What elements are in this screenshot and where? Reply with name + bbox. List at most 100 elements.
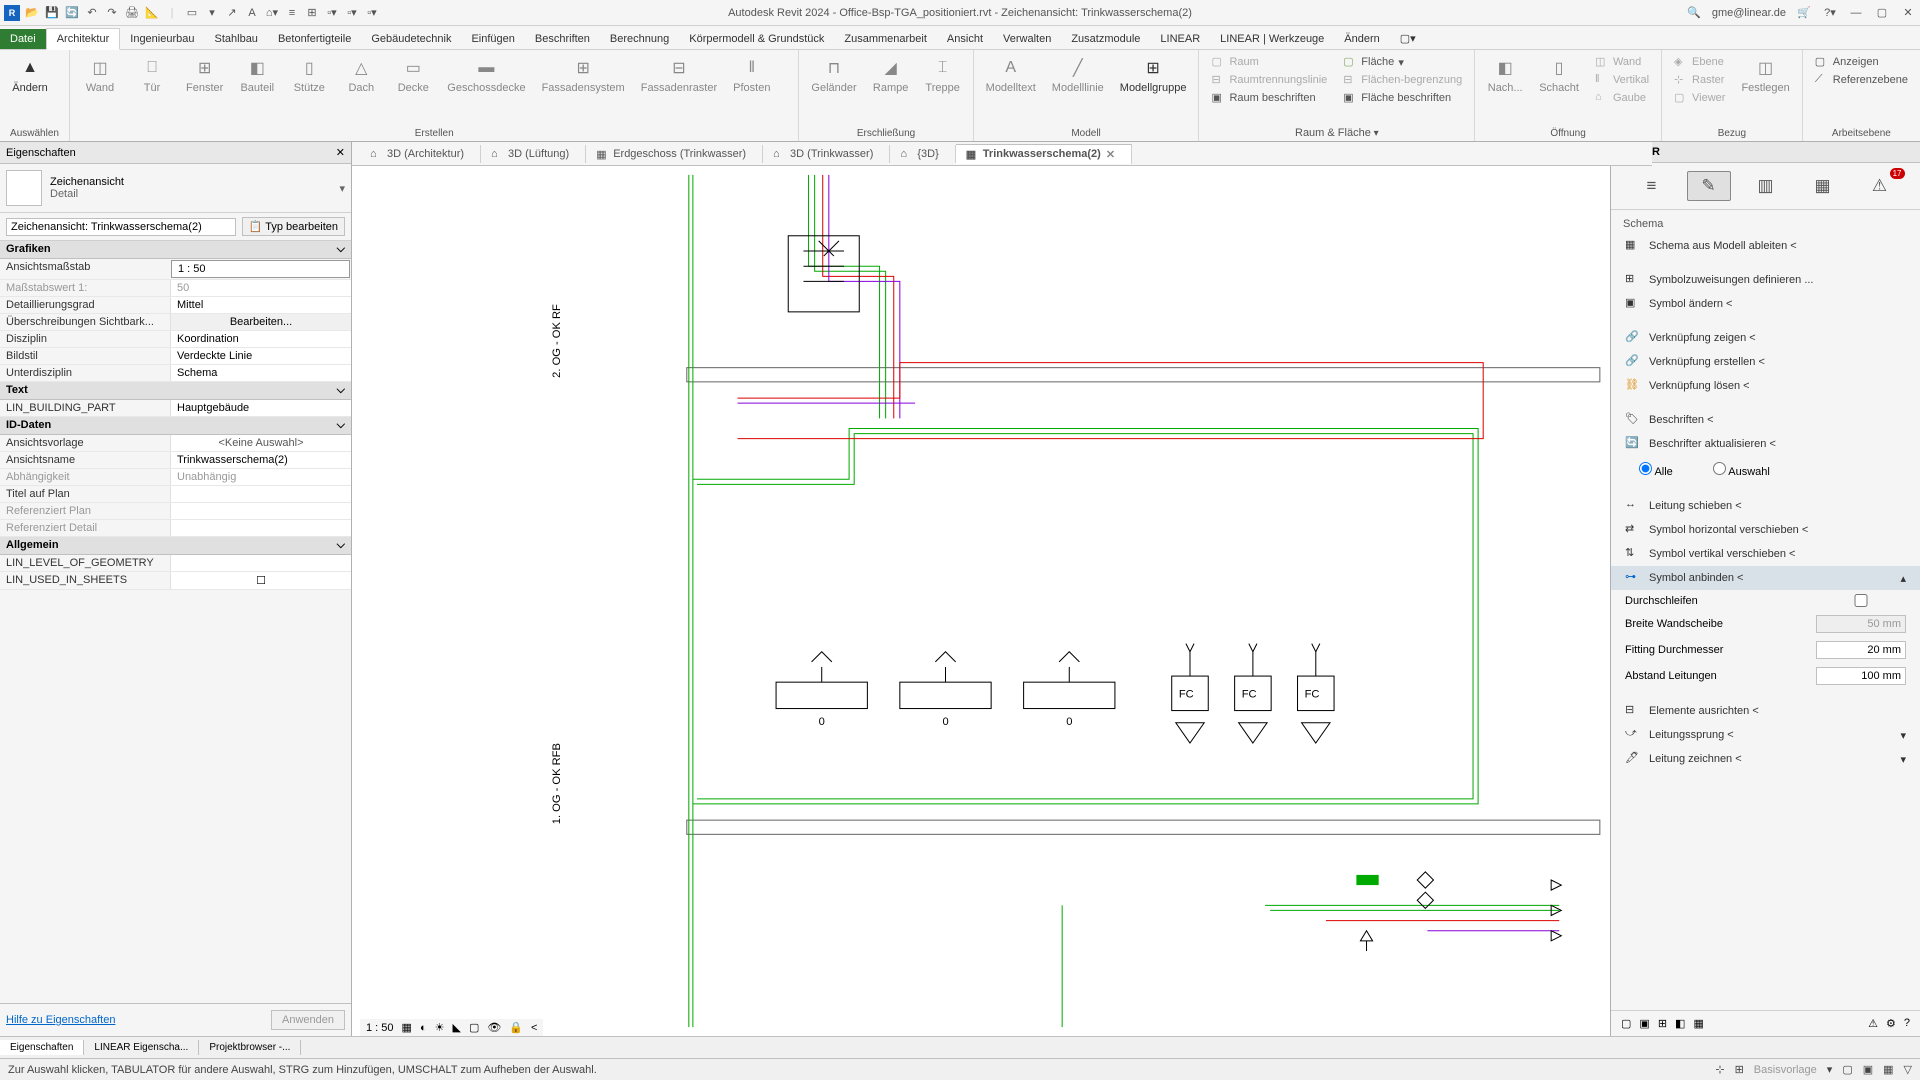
- value-lin-building[interactable]: Hauptgebäude: [170, 400, 351, 416]
- close-properties-icon[interactable]: ✕: [336, 146, 345, 159]
- value-ansichtsname[interactable]: Trinkwasserschema(2): [170, 452, 351, 468]
- tab-betonfertigteile[interactable]: Betonfertigteile: [268, 29, 361, 49]
- raum-beschriften-tool[interactable]: ▣Raum beschriften: [1207, 90, 1331, 106]
- vc-shadow-icon[interactable]: ◣: [452, 1021, 460, 1034]
- view-tab-schema[interactable]: ▦Trinkwasserschema(2)✕: [956, 144, 1132, 164]
- tab-verwalten[interactable]: Verwalten: [993, 29, 1061, 49]
- linear-menu-icon[interactable]: ≡: [1630, 171, 1674, 201]
- linear-calc-icon[interactable]: ▦: [1801, 171, 1845, 201]
- view-tab-3d-lueft[interactable]: ⌂3D (Lüftung): [481, 145, 586, 163]
- view-tab-eg-trink[interactable]: ▦Erdgeschoss (Trinkwasser): [586, 145, 763, 163]
- anzeigen-tool[interactable]: ▢Anzeigen: [1811, 54, 1912, 70]
- lf-gear-icon[interactable]: ⚙: [1886, 1017, 1896, 1030]
- view-tab-3d-arch[interactable]: ⌂3D (Architektur): [360, 145, 481, 163]
- cmd-beschriften[interactable]: 🏷Beschriften <: [1611, 408, 1920, 432]
- view-tab-3d-trink[interactable]: ⌂3D (Trinkwasser): [763, 145, 890, 163]
- cmd-symbol-aendern[interactable]: ▣Symbol ändern <: [1611, 292, 1920, 316]
- measure-icon[interactable]: 📐: [144, 5, 160, 21]
- sb-icon-2[interactable]: ⊞: [1735, 1063, 1744, 1076]
- sb-icon-3[interactable]: ▢: [1842, 1063, 1852, 1076]
- input-fitting[interactable]: [1816, 641, 1906, 659]
- cmd-beschrifter-akt[interactable]: 🔄Beschrifter aktualisieren <: [1611, 432, 1920, 456]
- value-disziplin[interactable]: Koordination: [170, 331, 351, 347]
- maximize-icon[interactable]: ▢: [1874, 5, 1890, 21]
- help-icon[interactable]: ?▾: [1822, 5, 1838, 21]
- cmd-elemente-ausrichten[interactable]: ⊟Elemente ausrichten <: [1611, 699, 1920, 723]
- print-icon[interactable]: 🖨: [124, 5, 140, 21]
- tab-ansicht[interactable]: Ansicht: [937, 29, 993, 49]
- bottom-tab-projektbrowser[interactable]: Projektbrowser -...: [199, 1040, 301, 1055]
- edit-type-button[interactable]: 📋 Typ bearbeiten: [242, 217, 345, 236]
- group-text[interactable]: Text⌵: [0, 382, 351, 400]
- cmd-leitung-schieben[interactable]: ↔Leitung schieben <: [1611, 494, 1920, 518]
- sb-filter-icon[interactable]: ▽: [1904, 1063, 1912, 1076]
- cmd-symbol-anbinden[interactable]: ⊶Symbol anbinden <▴: [1611, 566, 1920, 590]
- align2-icon[interactable]: ⊞: [304, 5, 320, 21]
- vc-arrow-left-icon[interactable]: <: [531, 1022, 537, 1034]
- minimize-icon[interactable]: —: [1848, 5, 1864, 21]
- cmd-schema-ableiten[interactable]: ▦Schema aus Modell ableiten <: [1611, 234, 1920, 258]
- group-id[interactable]: ID-Daten⌵: [0, 417, 351, 435]
- properties-help-link[interactable]: Hilfe zu Eigenschaften: [6, 1014, 115, 1026]
- lf-icon-1[interactable]: ▢: [1621, 1017, 1631, 1030]
- lf-icon-2[interactable]: ▣: [1639, 1017, 1649, 1030]
- sb-basis-label[interactable]: Basisvorlage: [1754, 1064, 1817, 1076]
- chevron-down-icon[interactable]: ▾: [1900, 753, 1906, 766]
- vc-lock-icon[interactable]: 🔒: [509, 1021, 523, 1034]
- close-window-icon[interactable]: ✕: [1900, 5, 1916, 21]
- lf-warn-icon[interactable]: ⚠: [1868, 1017, 1878, 1030]
- tab-zusammenarbeit[interactable]: Zusammenarbeit: [834, 29, 937, 49]
- cmd-verkn-erstellen[interactable]: 🔗Verknüpfung erstellen <: [1611, 350, 1920, 374]
- radio-auswahl[interactable]: Auswahl: [1713, 462, 1770, 478]
- linear-columns-icon[interactable]: ▥: [1744, 171, 1788, 201]
- vc-crop-icon[interactable]: ▢: [469, 1021, 479, 1034]
- sb-icon-1[interactable]: ⊹: [1715, 1063, 1724, 1076]
- cmd-verkn-zeigen[interactable]: 🔗Verknüpfung zeigen <: [1611, 326, 1920, 350]
- bottom-tab-linear-eig[interactable]: LINEAR Eigenscha...: [84, 1040, 199, 1055]
- instance-selector[interactable]: [6, 218, 236, 236]
- user-label[interactable]: gme@linear.de: [1712, 7, 1786, 19]
- cart-icon[interactable]: 🛒: [1796, 5, 1812, 21]
- linear-edit-icon[interactable]: ✎: [1687, 171, 1731, 201]
- value-massstab[interactable]: 1 : 50: [171, 260, 350, 278]
- tab-koerpermodell[interactable]: Körpermodell & Grundstück: [679, 29, 834, 49]
- tab-linear[interactable]: LINEAR: [1150, 29, 1210, 49]
- vc-hide-icon[interactable]: 👁: [487, 1021, 501, 1034]
- expand-icon[interactable]: ▴: [1900, 572, 1906, 585]
- sb-icon-5[interactable]: ▦: [1883, 1063, 1893, 1076]
- tab-linear-werkzeuge[interactable]: LINEAR | Werkzeuge: [1210, 29, 1334, 49]
- d2-icon[interactable]: ▫▾: [344, 5, 360, 21]
- close-icon[interactable]: ✕: [1106, 148, 1115, 161]
- activate-icon[interactable]: ↗: [224, 5, 240, 21]
- search-icon[interactable]: 🔍: [1686, 5, 1702, 21]
- vc-sun-icon[interactable]: ☀: [435, 1021, 445, 1034]
- home-icon[interactable]: ⌂▾: [264, 5, 280, 21]
- family-selector[interactable]: Zeichenansicht Detail ▾: [0, 164, 351, 213]
- revit-icon[interactable]: R: [4, 5, 20, 21]
- cmd-symbolzuweisungen[interactable]: ⊞Symbolzuweisungen definieren ...: [1611, 268, 1920, 292]
- text-icon[interactable]: A: [244, 5, 260, 21]
- close-hidden-icon[interactable]: ▾: [204, 5, 220, 21]
- scale-label[interactable]: 1 : 50: [366, 1022, 394, 1034]
- sync-icon[interactable]: 🔄: [64, 5, 80, 21]
- radio-alle[interactable]: Alle: [1639, 462, 1673, 478]
- bottom-tab-eigenschaften[interactable]: Eigenschaften: [0, 1040, 84, 1055]
- tab-extra-icon[interactable]: ▢▾: [1390, 28, 1426, 49]
- group-grafiken[interactable]: Grafiken⌵: [0, 241, 351, 259]
- undo-icon[interactable]: ↶: [84, 5, 100, 21]
- lf-help-icon[interactable]: ?: [1904, 1017, 1910, 1030]
- tab-aendern[interactable]: Ändern: [1334, 29, 1389, 49]
- save-icon[interactable]: 💾: [44, 5, 60, 21]
- open-icon[interactable]: 📂: [24, 5, 40, 21]
- align-icon[interactable]: ≡: [284, 5, 300, 21]
- tab-architektur[interactable]: Architektur: [46, 28, 121, 50]
- value-detail[interactable]: Mittel: [170, 297, 351, 313]
- cmd-verkn-loesen[interactable]: ⛓Verknüpfung lösen <: [1611, 374, 1920, 398]
- vc-detail-icon[interactable]: ▦: [402, 1021, 412, 1034]
- tab-stahlbau[interactable]: Stahlbau: [205, 29, 268, 49]
- cmd-leitung-zeichnen[interactable]: 🖊Leitung zeichnen <▾: [1611, 747, 1920, 771]
- value-unterdisziplin[interactable]: Schema: [170, 365, 351, 381]
- chevron-down-icon[interactable]: ▾: [1900, 729, 1906, 742]
- cmd-symbol-vert[interactable]: ⇅Symbol vertikal verschieben <: [1611, 542, 1920, 566]
- d1-icon[interactable]: ▫▾: [324, 5, 340, 21]
